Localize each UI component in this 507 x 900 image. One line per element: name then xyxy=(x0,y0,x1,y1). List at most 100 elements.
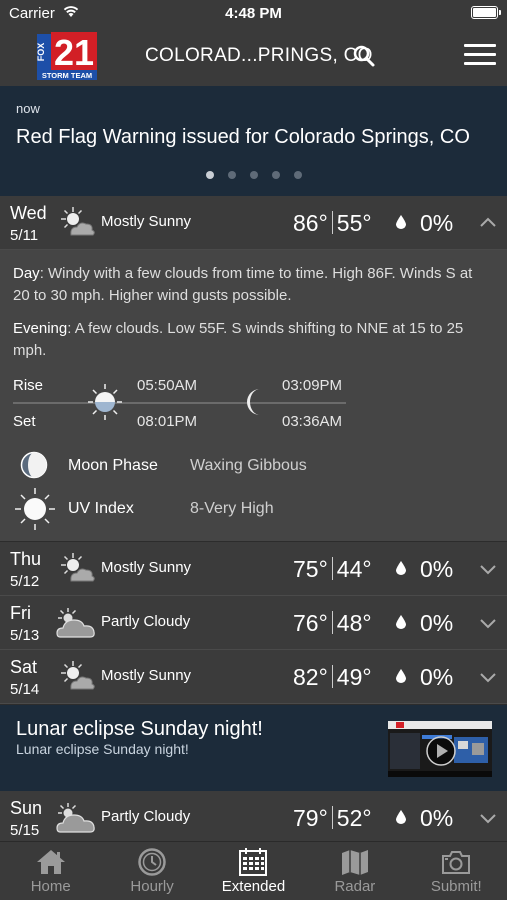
low-temp: 49° xyxy=(336,664,372,690)
raindrop-icon xyxy=(396,215,406,229)
high-temp: 75° xyxy=(293,556,328,582)
low-temp: 48° xyxy=(336,610,372,636)
tab-label: Extended xyxy=(221,878,286,895)
tab-label: Submit! xyxy=(430,878,482,895)
chevron-down-icon[interactable] xyxy=(478,613,498,633)
sunrise-sunset-icon xyxy=(88,384,122,420)
temperature-range: 79° 52° xyxy=(293,805,372,832)
svg-text:21: 21 xyxy=(54,32,94,73)
day-row-fri[interactable]: Fri 5/13 Partly Cloudy 76° 48° 0% xyxy=(0,596,507,650)
tab-label: Radar xyxy=(334,878,376,895)
mostly-sunny-icon xyxy=(61,207,95,236)
svg-text:FOX: FOX xyxy=(36,43,46,62)
day-name: Fri xyxy=(10,603,31,623)
uv-index-value: 8-Very High xyxy=(190,500,274,517)
news-promo-banner[interactable]: Lunar eclipse Sunday night! Lunar eclips… xyxy=(0,705,507,791)
day-date: 5/14 xyxy=(10,681,40,698)
precip-chance: 0% xyxy=(420,210,454,236)
day-date: 5/11 xyxy=(10,227,39,244)
tab-label: Hourly xyxy=(130,878,174,895)
tab-label: Home xyxy=(30,878,71,895)
tab-submit[interactable]: Submit! xyxy=(406,842,507,900)
search-icon[interactable] xyxy=(352,44,376,68)
page-indicator[interactable] xyxy=(0,171,507,179)
raindrop-icon xyxy=(396,669,406,683)
fox21-logo[interactable]: FOX 21 STORM TEAM xyxy=(35,32,99,80)
day-forecast-text: Day: Windy with a few clouds from time t… xyxy=(13,265,473,304)
condition-label: Partly Cloudy xyxy=(101,808,191,825)
alert-time: now xyxy=(16,101,40,116)
condition-label: Partly Cloudy xyxy=(101,613,191,630)
uv-sun-icon xyxy=(15,488,55,530)
app-header: FOX 21 STORM TEAM COLORAD...PRINGS, CO xyxy=(0,28,507,86)
chevron-down-icon[interactable] xyxy=(478,808,498,828)
camera-icon xyxy=(442,851,471,874)
precip-chance: 0% xyxy=(420,556,454,582)
calendar-icon xyxy=(239,848,268,876)
sun-moon-timeline xyxy=(13,402,346,404)
raindrop-icon xyxy=(396,615,406,629)
promo-title[interactable]: Lunar eclipse Sunday night! xyxy=(16,718,263,741)
page-dot[interactable] xyxy=(293,171,302,179)
tab-radar[interactable]: Radar xyxy=(304,842,405,900)
high-temp: 76° xyxy=(293,610,328,636)
temperature-range: 86° 55° xyxy=(293,210,372,237)
temperature-range: 75° 44° xyxy=(293,556,372,583)
precip-chance: 0% xyxy=(420,610,454,636)
temperature-range: 76° 48° xyxy=(293,610,372,637)
raindrop-icon xyxy=(396,561,406,575)
page-dot[interactable] xyxy=(227,171,236,179)
day-name: Sun xyxy=(10,798,43,818)
temperature-range: 82° 49° xyxy=(293,664,372,691)
battery-icon xyxy=(471,6,501,19)
page-dot[interactable] xyxy=(271,171,280,179)
alert-banner[interactable]: now Red Flag Warning issued for Colorado… xyxy=(0,86,507,196)
clock-icon xyxy=(138,848,166,876)
day-row-sat[interactable]: Sat 5/14 Mostly Sunny 82° 49° 0% xyxy=(0,650,507,704)
low-temp: 52° xyxy=(336,805,372,831)
precip-chance: 0% xyxy=(420,664,454,690)
home-icon xyxy=(36,850,65,874)
moon-phase-icon xyxy=(20,451,48,479)
rise-label: Rise xyxy=(13,377,44,394)
page-dot[interactable] xyxy=(249,171,258,179)
low-temp: 44° xyxy=(336,556,372,582)
condition-label: Mostly Sunny xyxy=(101,559,192,576)
play-icon[interactable] xyxy=(426,736,456,766)
day-row-wed[interactable]: Wed 5/11 Mostly Sunny 86° 55° 0% xyxy=(0,196,507,250)
tab-extended[interactable]: Extended xyxy=(203,842,304,900)
day-date: 5/15 xyxy=(10,822,40,839)
promo-subtitle: Lunar eclipse Sunday night! xyxy=(16,741,189,757)
moon-icon xyxy=(247,389,260,415)
bottom-tab-bar: Home Hourly Extended Radar Submit! xyxy=(0,841,507,900)
chevron-up-icon[interactable] xyxy=(478,213,498,233)
low-temp: 55° xyxy=(336,210,372,236)
raindrop-icon xyxy=(396,810,406,824)
day-row-sun[interactable]: Sun 5/15 Partly Cloudy 79° 52° 0% xyxy=(0,791,507,845)
chevron-down-icon[interactable] xyxy=(478,667,498,687)
day-row-thu[interactable]: Thu 5/12 Mostly Sunny 75° 44° 0% xyxy=(0,542,507,596)
location-title[interactable]: COLORAD...PRINGS, CO xyxy=(145,45,373,67)
alert-message[interactable]: Red Flag Warning issued for Colorado Spr… xyxy=(16,126,470,149)
uv-index-label: UV Index xyxy=(68,500,134,517)
high-temp: 82° xyxy=(293,664,328,690)
tab-hourly[interactable]: Hourly xyxy=(101,842,202,900)
chevron-down-icon[interactable] xyxy=(478,559,498,579)
page-dot[interactable] xyxy=(205,171,214,179)
video-thumbnail[interactable] xyxy=(388,721,492,777)
day-name: Wed xyxy=(10,203,47,223)
hamburger-menu-icon[interactable] xyxy=(464,44,496,68)
tab-home[interactable]: Home xyxy=(0,842,101,900)
set-label: Set xyxy=(13,413,36,430)
condition-label: Mostly Sunny xyxy=(101,213,192,230)
partly-cloudy-icon xyxy=(56,608,95,638)
condition-label: Mostly Sunny xyxy=(101,667,192,684)
day-name: Sat xyxy=(10,657,38,677)
day-date: 5/13 xyxy=(10,627,40,644)
evening-forecast-text: Evening: A few clouds. Low 55F. S winds … xyxy=(13,320,464,359)
day-name: Thu xyxy=(10,549,42,569)
moon-phase-label: Moon Phase xyxy=(68,457,158,474)
day-details-panel: Day: Windy with a few clouds from time t… xyxy=(0,250,507,541)
sunrise-time: 05:50AM xyxy=(137,377,198,394)
high-temp: 79° xyxy=(293,805,328,831)
